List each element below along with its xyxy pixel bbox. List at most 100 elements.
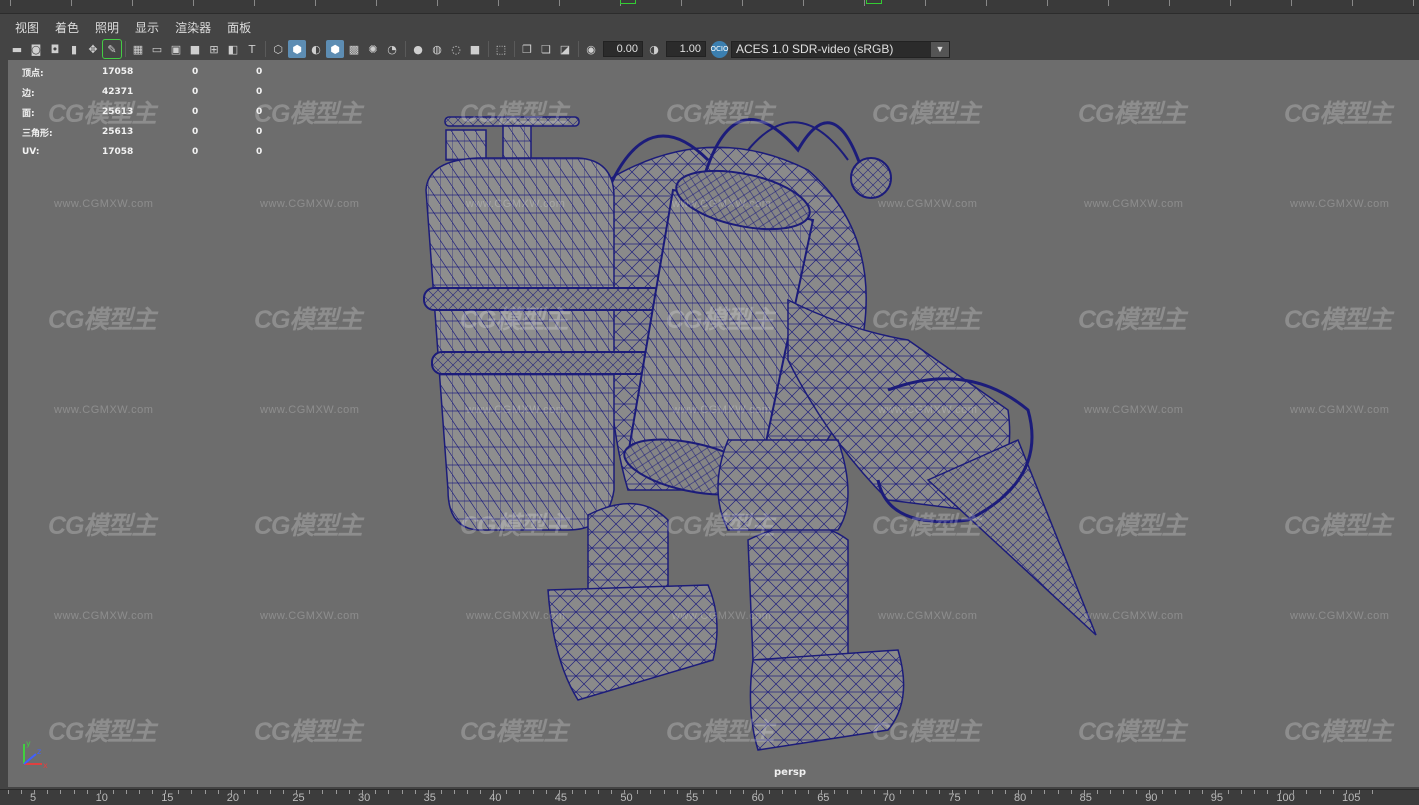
color-transform-value: ACES 1.0 SDR-video (sRGB): [736, 42, 894, 56]
watermark-logo: CG模型主: [666, 100, 775, 128]
wireframe-icon[interactable]: ⬡: [269, 40, 287, 58]
timeline-tick: [1214, 790, 1216, 794]
image-plane-icon[interactable]: ▮: [65, 40, 83, 58]
watermark-url: www.CGMXW.com: [672, 404, 772, 416]
timeline-tick: [309, 790, 311, 794]
toolbar-divider: [405, 41, 406, 57]
hud-row-vertices: 顶点: 17058 0 0: [22, 62, 296, 82]
xray-joints-icon[interactable]: ❏: [537, 40, 555, 58]
watermark-logo: CG模型主: [1284, 306, 1393, 334]
view-axis-icon: x y z: [23, 739, 48, 770]
timeline-frame-number: 75: [948, 792, 961, 804]
timeline-frame-number: 50: [620, 792, 633, 804]
timeline-tick: [1162, 790, 1164, 794]
grid-icon[interactable]: ▦: [129, 40, 147, 58]
timeline-tick: [204, 790, 206, 794]
menu-show[interactable]: 显示: [128, 17, 166, 38]
watermark-url: www.CGMXW.com: [466, 198, 566, 210]
safe-action-icon[interactable]: ◧: [224, 40, 242, 58]
timeline-tick: [742, 790, 744, 794]
gamma-field[interactable]: 1.00: [666, 41, 706, 57]
ocio-icon[interactable]: OCIO: [711, 40, 729, 58]
exposure-field[interactable]: 0.00: [603, 41, 643, 57]
timeline-tick: [191, 790, 193, 794]
timeline-tick: [47, 790, 48, 794]
menu-lighting[interactable]: 照明: [88, 17, 126, 38]
isolate-select-icon[interactable]: ⬚: [492, 40, 510, 58]
panel-menu-bar: 视图 着色 照明 显示 渲染器 面板: [8, 16, 258, 38]
screen-space-ao-icon[interactable]: ●: [409, 40, 427, 58]
field-chart-icon[interactable]: ⊞: [205, 40, 223, 58]
timeline-tick: [1136, 790, 1138, 794]
gate-mask-icon[interactable]: ■: [186, 40, 204, 58]
hud-value: 0: [192, 87, 199, 97]
timeline-tick: [1123, 790, 1125, 794]
timeline-frame-number: 85: [1079, 792, 1092, 804]
timeline-tick: [768, 790, 770, 794]
timeline-tick: [1293, 790, 1295, 794]
toolbar-divider: [488, 41, 489, 57]
hud-value: 25613: [102, 127, 134, 137]
timeline-tick: [283, 790, 285, 794]
timeline-tick: [99, 790, 101, 794]
multisample-aa-icon[interactable]: ◌: [447, 40, 465, 58]
ruler-tick: [132, 0, 133, 6]
camera-gamma-icon[interactable]: ◑: [645, 40, 663, 58]
safe-title-icon[interactable]: T: [243, 40, 261, 58]
timeline-tick: [1280, 790, 1282, 794]
timeline-tick: [1018, 790, 1019, 794]
ruler-tick: [71, 0, 72, 6]
timeline-tick: [296, 790, 298, 794]
menu-view[interactable]: 视图: [8, 17, 46, 38]
backface-icon[interactable]: ◪: [556, 40, 574, 58]
time-slider-ruler[interactable]: 5 10 15 20 25 30 35 40 45 50 55 60 65 70 75 80 85 90 95 100…: [0, 789, 1419, 805]
move-2d-icon[interactable]: ✥: [84, 40, 102, 58]
film-gate-icon[interactable]: ▭: [148, 40, 166, 58]
use-all-lights-icon[interactable]: ✺: [364, 40, 382, 58]
textured-icon[interactable]: ▩: [345, 40, 363, 58]
timeline-tick: [624, 790, 626, 794]
menu-panels[interactable]: 面板: [220, 17, 258, 38]
camera-select-icon[interactable]: ▬: [8, 40, 26, 58]
menu-renderer[interactable]: 渲染器: [168, 17, 218, 38]
timeline-frame-number: 55: [686, 792, 699, 804]
timeline-frame-number: 35: [423, 792, 436, 804]
grease-pencil-icon[interactable]: ✎: [102, 39, 122, 59]
top-timeline-strip[interactable]: [0, 0, 1419, 14]
timeline-frame-number: 25: [292, 792, 305, 804]
smooth-shade-icon[interactable]: ⬢: [288, 40, 306, 58]
perspective-viewport[interactable]: CG模型主 www.CGMXW.com CG模型主 www.CGMXW.com CG模型…: [8, 60, 1419, 787]
timeline-tick: [677, 790, 678, 794]
shadows-icon[interactable]: ◔: [383, 40, 401, 58]
timeline-tick: [795, 790, 797, 794]
hud-value: 0: [256, 147, 263, 157]
timeline-tick: [992, 790, 993, 794]
timeline-tick: [165, 790, 167, 794]
watermark-logo: CG模型主: [1284, 512, 1393, 540]
timeline-tick: [729, 790, 731, 794]
camera-attrs-icon[interactable]: ◙: [27, 40, 45, 58]
chevron-down-icon[interactable]: ▼: [931, 41, 949, 57]
watermark-url: www.CGMXW.com: [54, 404, 154, 416]
ruler-tick: [1230, 0, 1231, 6]
xray-icon[interactable]: ❐: [518, 40, 536, 58]
watermark-url: www.CGMXW.com: [466, 610, 566, 622]
watermark-url: www.CGMXW.com: [672, 198, 772, 210]
left-panel-edge: [0, 60, 8, 787]
motion-blur-icon[interactable]: ◍: [428, 40, 446, 58]
timeline-tick: [821, 790, 823, 794]
color-transform-dropdown[interactable]: ACES 1.0 SDR-video (sRGB) ▼: [731, 40, 950, 58]
timeline-tick: [21, 790, 22, 794]
hud-label: 三角形:: [22, 128, 53, 139]
menu-shading[interactable]: 着色: [48, 17, 86, 38]
watermark-url: www.CGMXW.com: [1290, 404, 1390, 416]
timeline-tick: [1070, 790, 1072, 794]
timeline-tick: [1109, 790, 1111, 794]
resolution-gate-icon[interactable]: ▣: [167, 40, 185, 58]
camera-exposure-icon[interactable]: ◉: [582, 40, 600, 58]
default-material-icon[interactable]: ◐: [307, 40, 325, 58]
depth-of-field-icon[interactable]: ■: [466, 40, 484, 58]
watermark-logo: CG模型主: [254, 306, 363, 334]
wireframe-on-shaded-icon[interactable]: ⬢: [326, 40, 344, 58]
bookmark-icon[interactable]: ◘: [46, 40, 64, 58]
